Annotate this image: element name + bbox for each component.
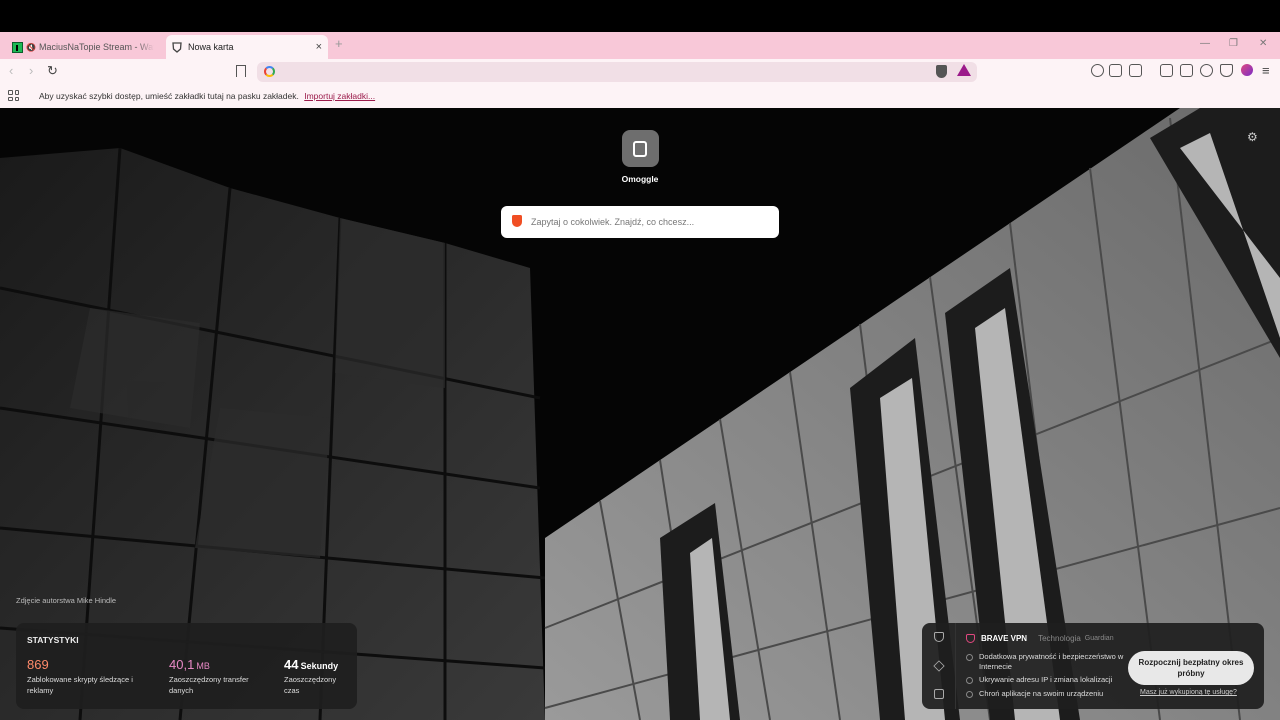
bookmarks-bar: Aby uzyskać szybki dostęp, umieść zakład…	[0, 85, 1280, 108]
stat-value: 40,1	[169, 657, 195, 672]
stats-title: STATYSTYKI	[27, 635, 79, 645]
check-icon	[966, 691, 973, 698]
vpn-widget: BRAVE VPN Technologia Guardian Dodatkowa…	[922, 623, 1264, 709]
stat-label: Zablokowane skrypty śledzące i reklamy	[27, 675, 133, 695]
brave-lion-icon	[512, 215, 522, 227]
stat-unit: Sekundy	[300, 661, 339, 671]
bookmarks-hint: Aby uzyskać szybki dostęp, umieść zakład…	[39, 91, 375, 101]
translate-icon[interactable]	[1091, 64, 1104, 77]
close-window-button[interactable]: ✕	[1259, 38, 1267, 49]
brave-vpn-logo-icon	[966, 634, 975, 643]
minimize-window-button[interactable]: —	[1200, 38, 1210, 49]
start-free-trial-button[interactable]: Rozpocznij bezpłatny okres próbny	[1128, 651, 1254, 685]
main-menu-button[interactable]: ≡	[1262, 63, 1270, 78]
forward-button[interactable]: ›	[29, 63, 33, 78]
url-input[interactable]	[281, 64, 921, 80]
vpn-shield-icon[interactable]	[934, 632, 944, 642]
search-input[interactable]	[531, 214, 769, 230]
wallet-icon[interactable]	[1180, 64, 1193, 77]
vpn-feature-item: Chroń aplikacje na swoim urządzeniu	[966, 689, 1103, 699]
extensions-puzzle-icon[interactable]	[1109, 64, 1122, 77]
stat-label: Zaoszczędzony czas	[284, 675, 337, 695]
vpn-feature-text: Ukrywanie adresu IP i zmiana lokalizacji	[979, 675, 1113, 684]
guardian-label: Guardian	[1084, 635, 1114, 642]
stat-label: Zaoszczędzony transfer danych	[169, 675, 249, 695]
brave-talk-icon[interactable]	[934, 689, 944, 699]
apps-grid-icon[interactable]	[8, 90, 19, 101]
stat-value: 869	[27, 657, 49, 672]
check-icon	[966, 677, 973, 684]
photo-credit[interactable]: Zdjęcie autorstwa Mike Hindle	[16, 596, 116, 605]
sidebar-icon[interactable]	[1160, 64, 1173, 77]
google-icon	[264, 66, 275, 77]
vpn-feature-text: Dodatkowa prywatność i bezpieczeństwo w …	[979, 652, 1124, 671]
settings-gear-icon[interactable]: ⚙	[1247, 130, 1258, 144]
top-site-tile[interactable]: Omoggle	[600, 130, 680, 184]
brave-shield-favicon-icon	[172, 41, 182, 53]
top-black-strip	[0, 0, 1280, 32]
bookmark-icon[interactable]	[236, 65, 246, 77]
omoggle-site-icon	[621, 130, 659, 167]
brave-rewards-icon[interactable]	[957, 64, 971, 76]
tab-strip: 🔇 MaciusNaTopie Stream - Watch L Nowa ka…	[0, 32, 1280, 59]
already-purchased-link[interactable]: Masz już wykupioną tę usługę?	[1140, 689, 1237, 696]
import-bookmarks-link[interactable]: Importuj zakładki...	[304, 91, 375, 101]
check-icon	[966, 654, 973, 661]
tab-new-tab[interactable]: Nowa karta ×	[166, 35, 328, 59]
vpn-feature-text: Chroń aplikacje na swoim urządzeniu	[979, 689, 1104, 698]
tab-title: MaciusNaTopie Stream - Watch L	[38, 42, 154, 52]
stats-widget: STATYSTYKI 869 Zablokowane skrypty śledz…	[16, 623, 357, 709]
kick-favicon-icon	[12, 41, 23, 53]
stat-trackers-blocked: 869 Zablokowane skrypty śledzące i rekla…	[27, 658, 139, 696]
brave-shields-icon[interactable]	[936, 65, 947, 78]
bookmarks-hint-text: Aby uzyskać szybki dostęp, umieść zakład…	[39, 91, 299, 101]
tab-title: Nowa karta	[188, 42, 234, 52]
address-bar[interactable]	[257, 62, 977, 82]
muted-speaker-icon[interactable]: 🔇	[26, 43, 36, 52]
tab-stream[interactable]: 🔇 MaciusNaTopie Stream - Watch L	[6, 35, 160, 59]
stat-bandwidth-saved: 40,1 MB Zaoszczędzony transfer danych	[169, 658, 259, 696]
new-tab-button[interactable]: +	[335, 36, 343, 51]
top-site-label: Omoggle	[621, 174, 659, 184]
back-button[interactable]: ‹	[9, 63, 13, 78]
restore-window-button[interactable]: ❐	[1229, 38, 1238, 49]
toolbar: ‹ › ↻ ≡	[0, 59, 1280, 85]
stat-unit: MB	[196, 661, 210, 671]
widget-sidebar	[922, 623, 956, 709]
screenshot-icon[interactable]	[1129, 64, 1142, 77]
vpn-header: BRAVE VPN Technologia Guardian	[966, 634, 1114, 643]
stat-time-saved: 44 Sekundy Zaoszczędzony czas	[284, 658, 348, 696]
rewards-triangle-icon[interactable]	[933, 660, 945, 672]
leo-ai-icon[interactable]	[1200, 64, 1213, 77]
vpn-tech-label: Technologia	[1038, 634, 1081, 643]
vpn-shield-icon[interactable]	[1220, 64, 1233, 77]
stat-value: 44	[284, 657, 299, 672]
vpn-feature-item: Dodatkowa prywatność i bezpieczeństwo w …	[966, 652, 1126, 672]
search-box[interactable]	[501, 206, 779, 238]
profile-avatar[interactable]	[1241, 64, 1253, 76]
vpn-feature-item: Ukrywanie adresu IP i zmiana lokalizacji	[966, 675, 1112, 685]
close-tab-icon[interactable]: ×	[316, 41, 322, 53]
vpn-title: BRAVE VPN	[981, 634, 1028, 643]
reload-button[interactable]: ↻	[47, 63, 58, 79]
